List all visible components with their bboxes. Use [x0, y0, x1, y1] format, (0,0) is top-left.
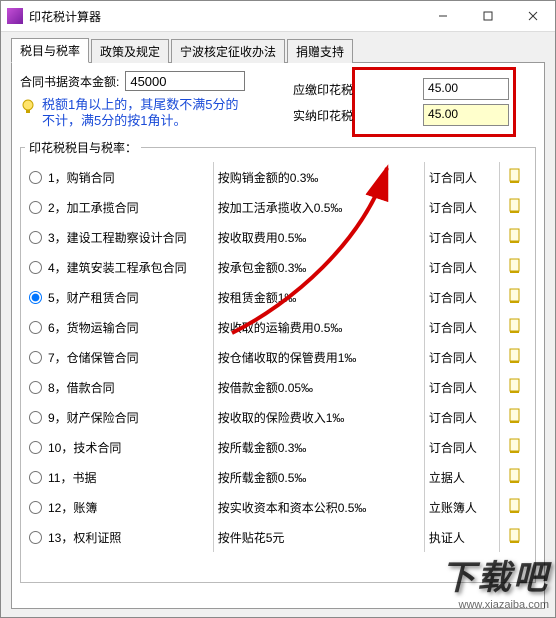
- category-party: 立账簿人: [424, 492, 499, 522]
- window-title: 印花税计算器: [29, 8, 420, 25]
- close-button[interactable]: [510, 1, 555, 31]
- category-desc: 按购销金额的0.3‰: [213, 162, 424, 192]
- lightbulb-icon: [20, 99, 36, 115]
- category-desc: 按收取费用0.5‰: [213, 222, 424, 252]
- minimize-button[interactable]: [420, 1, 465, 31]
- tab-strip: 税目与税率政策及规定宁波核定征收办法捐赠支持: [11, 38, 545, 63]
- rounding-hint: 税额1角以上的，其尾数不满5分的不计，满5分的按1角计。: [42, 97, 242, 129]
- category-party: 订合同人: [424, 372, 499, 402]
- document-icon[interactable]: [499, 282, 531, 312]
- category-radio-6[interactable]: 6，货物运输合同: [29, 319, 209, 336]
- category-row: 8，借款合同按借款金额0.05‰订合同人: [25, 372, 531, 402]
- document-icon[interactable]: [499, 252, 531, 282]
- category-radio-9[interactable]: 9，财产保险合同: [29, 409, 209, 426]
- category-row: 1，购销合同按购销金额的0.3‰订合同人: [25, 162, 531, 192]
- document-icon[interactable]: [499, 372, 531, 402]
- tab-2[interactable]: 宁波核定征收办法: [171, 39, 285, 63]
- category-radio-2[interactable]: 2，加工承揽合同: [29, 199, 209, 216]
- due-tax-value: 45.00: [423, 78, 509, 100]
- category-desc: 按借款金额0.05‰: [213, 372, 424, 402]
- category-party: 订合同人: [424, 222, 499, 252]
- category-party: 订合同人: [424, 162, 499, 192]
- document-icon[interactable]: [499, 222, 531, 252]
- category-row: 10，技术合同按所载金额0.3‰订合同人: [25, 432, 531, 462]
- document-icon[interactable]: [499, 342, 531, 372]
- document-icon[interactable]: [499, 462, 531, 492]
- category-desc: 按实收资本和资本公积0.5‰: [213, 492, 424, 522]
- maximize-button[interactable]: [465, 1, 510, 31]
- category-desc: 按所载金额0.5‰: [213, 462, 424, 492]
- category-row: 5，财产租赁合同按租赁金额1‰订合同人: [25, 282, 531, 312]
- category-desc: 按所载金额0.3‰: [213, 432, 424, 462]
- paid-tax-label: 实纳印花税: [293, 107, 353, 124]
- category-radio-11[interactable]: 11，书据: [29, 469, 209, 486]
- category-row: 6，货物运输合同按收取的运输费用0.5‰订合同人: [25, 312, 531, 342]
- document-icon[interactable]: [499, 192, 531, 222]
- document-icon[interactable]: [499, 162, 531, 192]
- categories-group: 印花税税目与税率： 1，购销合同按购销金额的0.3‰订合同人2，加工承揽合同按加…: [20, 139, 536, 583]
- category-party: 执证人: [424, 522, 499, 552]
- category-party: 订合同人: [424, 192, 499, 222]
- category-desc: 按租赁金额1‰: [213, 282, 424, 312]
- due-tax-label: 应缴印花税: [293, 81, 353, 98]
- category-party: 订合同人: [424, 402, 499, 432]
- category-radio-13[interactable]: 13，权利证照: [29, 529, 209, 546]
- category-radio-1[interactable]: 1，购销合同: [29, 169, 209, 186]
- category-radio-10[interactable]: 10，技术合同: [29, 439, 209, 456]
- titlebar: 印花税计算器: [1, 1, 555, 32]
- category-row: 11，书据按所载金额0.5‰立据人: [25, 462, 531, 492]
- category-row: 3，建设工程勘察设计合同按收取费用0.5‰订合同人: [25, 222, 531, 252]
- category-radio-8[interactable]: 8，借款合同: [29, 379, 209, 396]
- category-radio-12[interactable]: 12，账簿: [29, 499, 209, 516]
- category-party: 订合同人: [424, 282, 499, 312]
- category-radio-3[interactable]: 3，建设工程勘察设计合同: [29, 229, 209, 246]
- category-party: 订合同人: [424, 342, 499, 372]
- document-icon[interactable]: [499, 522, 531, 552]
- tab-0[interactable]: 税目与税率: [11, 38, 89, 63]
- category-row: 2，加工承揽合同按加工活承揽收入0.5‰订合同人: [25, 192, 531, 222]
- category-party: 订合同人: [424, 432, 499, 462]
- tab-1[interactable]: 政策及规定: [91, 39, 169, 63]
- document-icon[interactable]: [499, 402, 531, 432]
- category-desc: 按仓储收取的保管费用1‰: [213, 342, 424, 372]
- document-icon[interactable]: [499, 432, 531, 462]
- category-row: 7，仓储保管合同按仓储收取的保管费用1‰订合同人: [25, 342, 531, 372]
- tab-3[interactable]: 捐赠支持: [287, 39, 353, 63]
- category-desc: 按加工活承揽收入0.5‰: [213, 192, 424, 222]
- category-radio-4[interactable]: 4，建筑安装工程承包合同: [29, 259, 209, 276]
- category-radio-5[interactable]: 5，财产租赁合同: [29, 289, 209, 306]
- category-desc: 按收取的保险费收入1‰: [213, 402, 424, 432]
- category-party: 订合同人: [424, 312, 499, 342]
- category-party: 订合同人: [424, 252, 499, 282]
- category-desc: 按承包金额0.3‰: [213, 252, 424, 282]
- category-row: 13，权利证照按件贴花5元执证人: [25, 522, 531, 552]
- category-row: 4，建筑安装工程承包合同按承包金额0.3‰订合同人: [25, 252, 531, 282]
- category-desc: 按件贴花5元: [213, 522, 424, 552]
- result-highlight: 应缴印花税 45.00 实纳印花税 45.00: [352, 67, 516, 137]
- category-row: 12，账簿按实收资本和资本公积0.5‰立账簿人: [25, 492, 531, 522]
- amount-label: 合同书据资本金额:: [20, 73, 119, 90]
- paid-tax-value: 45.00: [423, 104, 509, 126]
- category-party: 立据人: [424, 462, 499, 492]
- category-desc: 按收取的运输费用0.5‰: [213, 312, 424, 342]
- category-row: 9，财产保险合同按收取的保险费收入1‰订合同人: [25, 402, 531, 432]
- document-icon[interactable]: [499, 492, 531, 522]
- category-radio-7[interactable]: 7，仓储保管合同: [29, 349, 209, 366]
- categories-legend: 印花税税目与税率：: [25, 139, 141, 156]
- document-icon[interactable]: [499, 312, 531, 342]
- app-icon: [7, 8, 23, 24]
- amount-input[interactable]: [125, 71, 245, 91]
